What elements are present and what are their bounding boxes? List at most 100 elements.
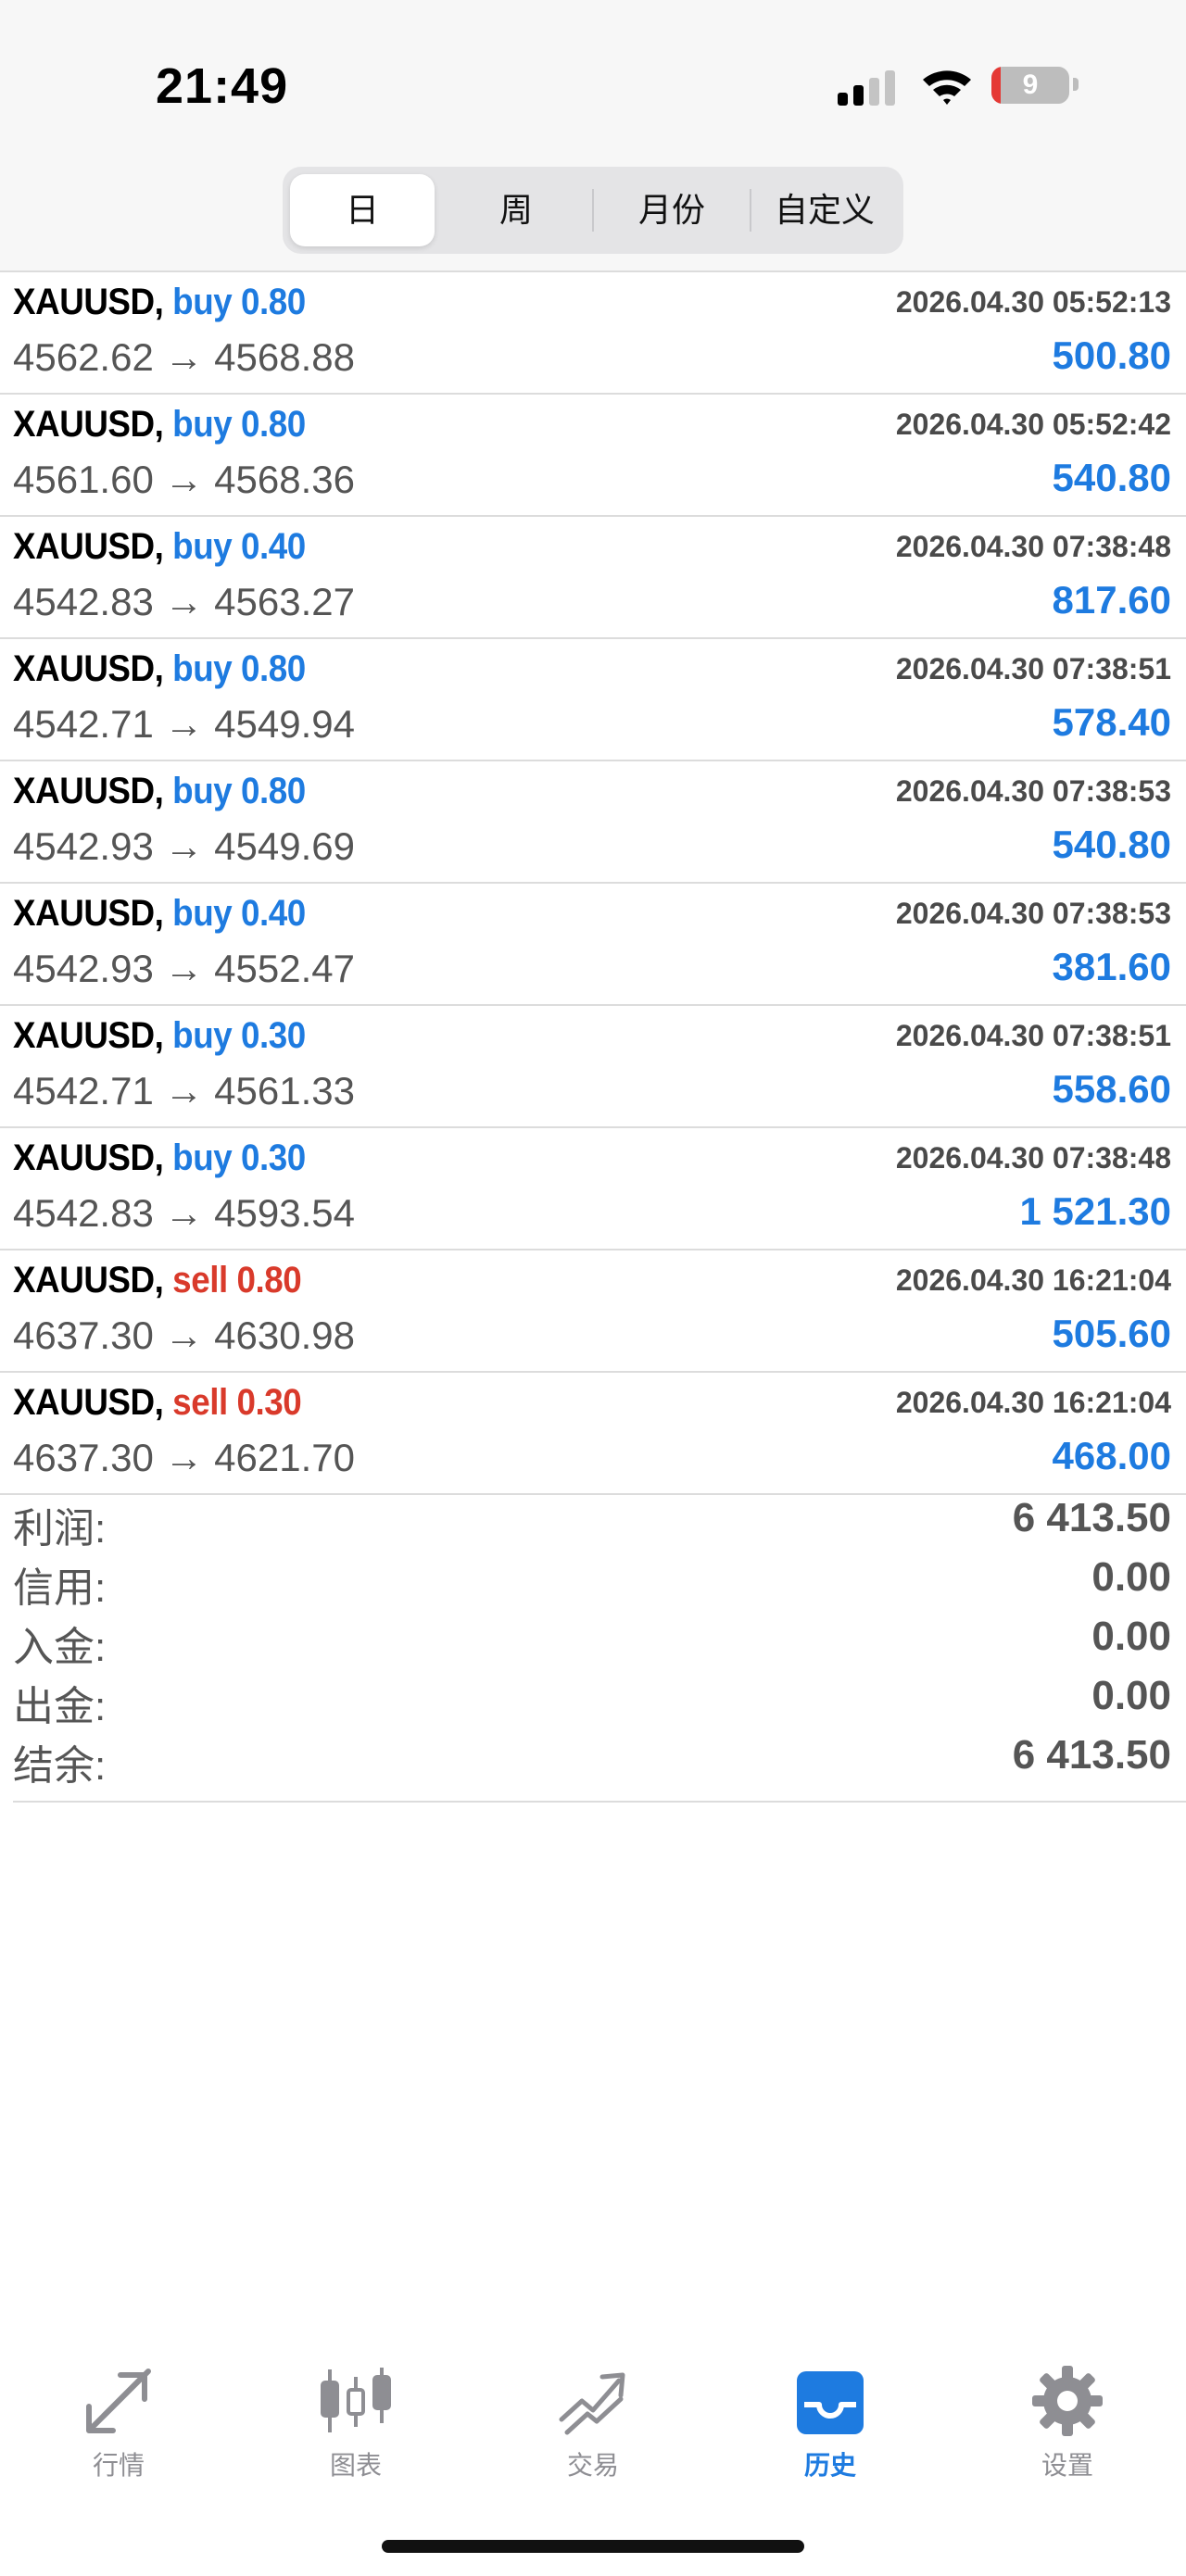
trade-row[interactable]: XAUUSD, buy 0.30 2026.04.30 07:38:51 454…	[0, 1004, 1186, 1126]
status-time: 21:49	[156, 58, 289, 114]
summary-withdrawal-row: 出金: 0.00	[0, 1669, 1186, 1729]
wifi-icon	[923, 70, 971, 105]
trade-symbol: XAUUSD,	[13, 771, 164, 811]
tab-custom[interactable]: 自定义	[753, 174, 896, 246]
trade-row[interactable]: XAUUSD, sell 0.80 2026.04.30 16:21:04 46…	[0, 1249, 1186, 1371]
trade-prices: 4542.71 → 4549.94	[13, 702, 355, 746]
quotes-arrows-icon	[86, 2369, 151, 2433]
history-inbox-icon	[797, 2371, 864, 2434]
battery-icon: 9	[991, 67, 1069, 104]
trade-symbol: XAUUSD,	[13, 1260, 164, 1301]
battery-level-text: 9	[1022, 69, 1039, 100]
tab-charts[interactable]: 图表	[237, 2344, 474, 2501]
tab-settings[interactable]: 设置	[949, 2344, 1186, 2501]
trade-symbol: XAUUSD,	[13, 526, 164, 567]
tab-trade[interactable]: 交易	[474, 2344, 712, 2501]
tab-week[interactable]: 周	[440, 174, 592, 246]
trade-profit: 540.80	[1052, 456, 1171, 499]
trade-row[interactable]: XAUUSD, buy 0.80 2026.04.30 07:38:53 454…	[0, 760, 1186, 882]
tab-label: 交易	[566, 2451, 619, 2480]
trade-row[interactable]: XAUUSD, sell 0.30 2026.04.30 16:21:04 46…	[0, 1371, 1186, 1495]
trade-datetime: 2026.04.30 07:38:51	[895, 652, 1171, 685]
trade-symbol: XAUUSD,	[13, 1015, 164, 1056]
tab-day[interactable]: 日	[290, 174, 435, 246]
trade-datetime: 2026.04.30 07:38:53	[895, 897, 1171, 930]
trade-row[interactable]: XAUUSD, buy 0.80 2026.04.30 05:52:42 456…	[0, 393, 1186, 515]
summary-value: 6 413.50	[1012, 1732, 1171, 1778]
period-segmented-control: 日 周 月份 自定义	[283, 167, 903, 254]
trade-datetime: 2026.04.30 07:38:48	[895, 530, 1171, 563]
trade-datetime: 2026.04.30 05:52:42	[895, 408, 1171, 441]
trade-side: sell 0.80	[172, 1260, 302, 1301]
trade-side: buy 0.80	[172, 404, 306, 445]
trade-side: buy 0.40	[172, 526, 306, 567]
trade-profit: 817.60	[1052, 578, 1171, 622]
trade-row[interactable]: XAUUSD, buy 0.40 2026.04.30 07:38:48 454…	[0, 515, 1186, 637]
summary-deposit-row: 入金: 0.00	[0, 1610, 1186, 1670]
summary-label: 入金:	[13, 1625, 107, 1670]
trade-symbol: XAUUSD,	[13, 404, 164, 445]
summary-value: 0.00	[1091, 1673, 1171, 1718]
tab-label: 行情	[92, 2451, 145, 2480]
summary-value: 0.00	[1091, 1554, 1171, 1600]
trade-prices: 4542.83 → 4593.54	[13, 1191, 355, 1235]
trade-chart-icon	[559, 2372, 625, 2435]
trade-row[interactable]: XAUUSD, buy 0.30 2026.04.30 07:38:48 454…	[0, 1126, 1186, 1249]
trade-profit: 381.60	[1052, 945, 1171, 988]
trade-profit: 505.60	[1052, 1312, 1171, 1355]
summary-label: 利润:	[13, 1506, 107, 1552]
trade-symbol: XAUUSD,	[13, 648, 164, 689]
trade-prices: 4542.71 → 4561.33	[13, 1069, 355, 1112]
trade-prices: 4637.30 → 4621.70	[13, 1436, 355, 1479]
tab-history[interactable]: 历史	[712, 2344, 949, 2501]
trade-datetime: 2026.04.30 07:38:51	[895, 1019, 1171, 1052]
trade-prices: 4561.60 → 4568.36	[13, 458, 355, 501]
summary-credit-row: 信用: 0.00	[0, 1551, 1186, 1611]
trade-side: buy 0.30	[172, 1015, 306, 1056]
tab-label: 图表	[329, 2451, 382, 2480]
candlestick-chart-icon	[321, 2368, 391, 2432]
trade-side: buy 0.80	[172, 282, 306, 322]
trade-profit: 1 521.30	[1019, 1189, 1172, 1233]
summary-label: 出金:	[13, 1684, 107, 1729]
segment-divider	[750, 189, 751, 232]
summary-label: 信用:	[13, 1565, 107, 1611]
trade-row[interactable]: XAUUSD, buy 0.40 2026.04.30 07:38:53 454…	[0, 882, 1186, 1004]
home-indicator	[382, 2540, 804, 2553]
trade-prices: 4637.30 → 4630.98	[13, 1313, 355, 1357]
trade-row[interactable]: XAUUSD, buy 0.80 2026.04.30 07:38:51 454…	[0, 637, 1186, 760]
summary-balance-row: 结余: 6 413.50	[0, 1728, 1186, 1789]
tab-quotes[interactable]: 行情	[0, 2344, 237, 2501]
trade-symbol: XAUUSD,	[13, 1137, 164, 1178]
trade-datetime: 2026.04.30 16:21:04	[895, 1386, 1171, 1419]
trade-side: buy 0.40	[172, 893, 306, 934]
trade-prices: 4542.93 → 4552.47	[13, 947, 355, 990]
summary-profit-row: 利润: 6 413.50	[0, 1491, 1186, 1552]
summary-divider	[13, 1801, 1186, 1803]
gear-icon	[1032, 2366, 1103, 2436]
cellular-signal-icon	[838, 69, 902, 106]
trade-prices: 4562.62 → 4568.88	[13, 335, 355, 379]
status-icons: 9	[838, 65, 1079, 111]
trade-side: buy 0.80	[172, 648, 306, 689]
trade-symbol: XAUUSD,	[13, 1382, 164, 1423]
trade-symbol: XAUUSD,	[13, 282, 164, 322]
trade-prices: 4542.93 → 4549.69	[13, 824, 355, 868]
bottom-tab-bar: 行情 图表 交易 历史 设置	[0, 2344, 1186, 2510]
tab-month[interactable]: 月份	[596, 174, 748, 246]
segment-divider	[592, 189, 594, 232]
summary-value: 0.00	[1091, 1614, 1171, 1659]
trade-row[interactable]: XAUUSD, buy 0.80 2026.04.30 05:52:13 456…	[0, 270, 1186, 393]
trade-datetime: 2026.04.30 07:38:48	[895, 1141, 1171, 1175]
trade-side: buy 0.80	[172, 771, 306, 811]
top-bar: 21:49 9 日 周 月份 自定义	[0, 0, 1186, 270]
trade-datetime: 2026.04.30 05:52:13	[895, 285, 1171, 319]
summary-value: 6 413.50	[1012, 1495, 1171, 1540]
trade-datetime: 2026.04.30 07:38:53	[895, 774, 1171, 808]
trade-side: sell 0.30	[172, 1382, 302, 1423]
trade-prices: 4542.83 → 4563.27	[13, 580, 355, 623]
trade-datetime: 2026.04.30 16:21:04	[895, 1263, 1171, 1297]
trade-profit: 540.80	[1052, 823, 1171, 866]
trade-side: buy 0.30	[172, 1137, 306, 1178]
account-summary: 利润: 6 413.50 信用: 0.00 入金: 0.00 出金: 0.00 …	[0, 1491, 1186, 1789]
